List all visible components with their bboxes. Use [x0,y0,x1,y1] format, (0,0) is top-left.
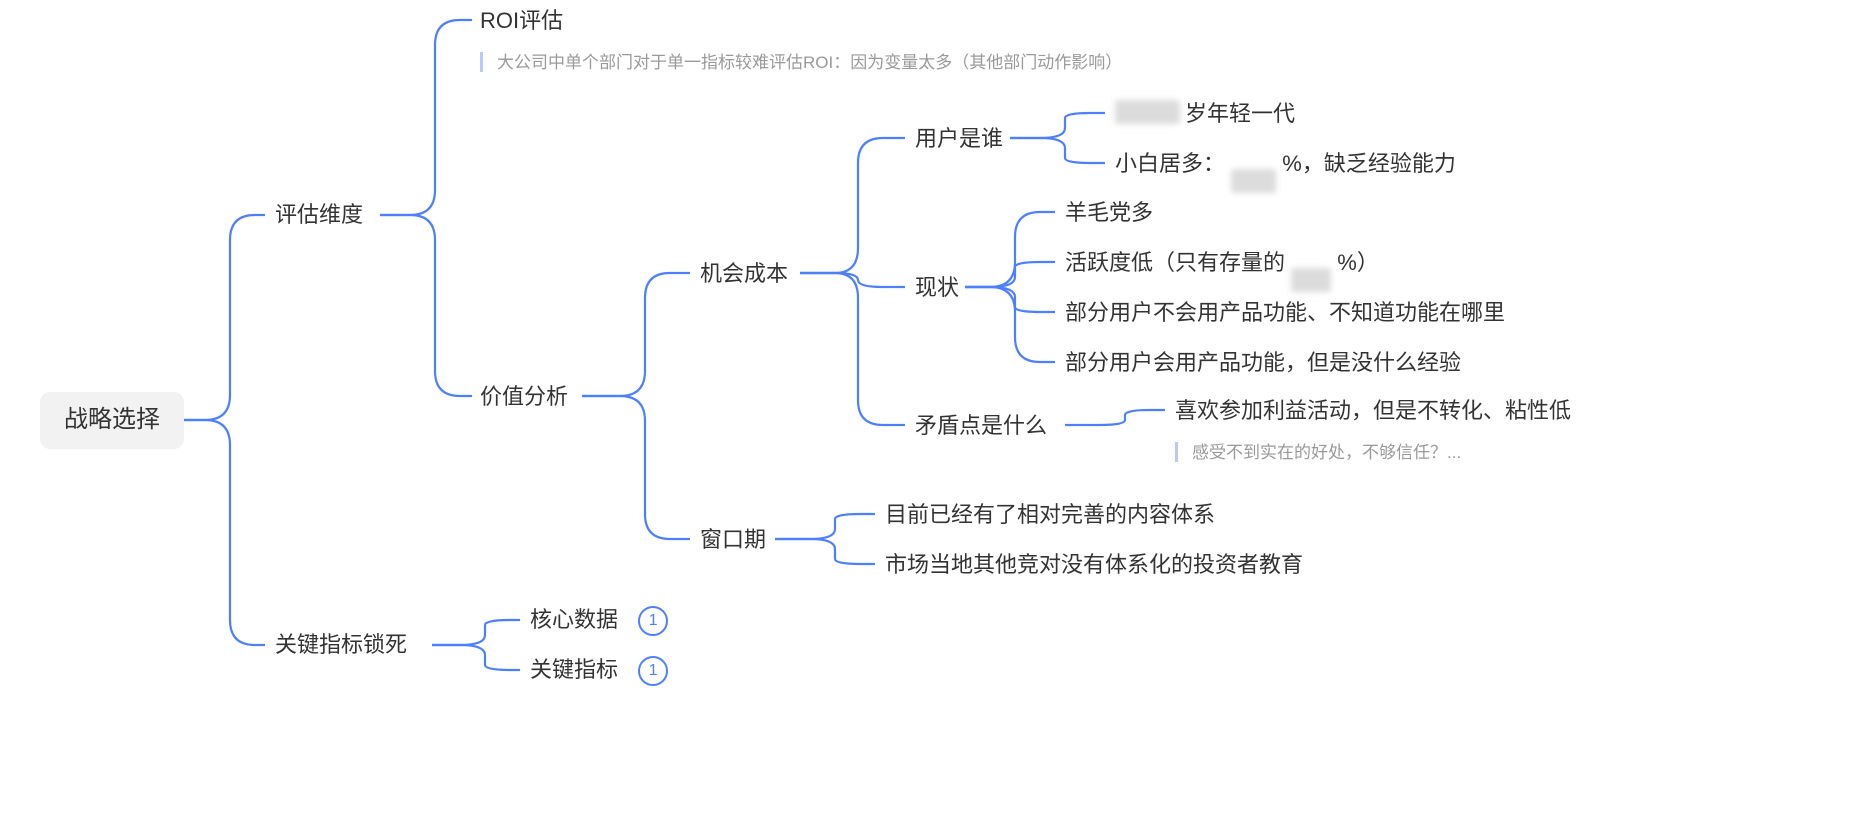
node-who-user[interactable]: 用户是谁 [915,126,1003,152]
node-low-activity[interactable]: 活跃度低（只有存量的 %） [1065,250,1379,276]
node-roi[interactable]: ROI评估 [480,8,563,34]
node-window-period[interactable]: 窗口期 [700,527,766,553]
node-no-competitor-edu[interactable]: 市场当地其他竞对没有体系化的投资者教育 [885,552,1303,578]
note-roi-text: 大公司中单个部门对于单一指标较难评估ROI：因为变量太多（其他部门动作影响） [497,53,1122,72]
node-novice[interactable]: 小白居多： %，缺乏经验能力 [1115,151,1456,177]
novice-suffix: %，缺乏经验能力 [1282,151,1456,176]
node-unfamiliar[interactable]: 部分用户不会用产品功能、不知道功能在哪里 [1065,300,1505,326]
node-eval-dimension[interactable]: 评估维度 [275,202,363,228]
note-contradiction: 感受不到实在的好处，不够信任？... [1175,438,1461,463]
low-activity-suffix: %） [1337,250,1379,275]
node-inexperienced[interactable]: 部分用户会用产品功能，但是没什么经验 [1065,350,1461,376]
core-data-label: 核心数据 [530,607,618,632]
node-likes-benefit[interactable]: 喜欢参加利益活动，但是不转化、粘性低 [1175,398,1571,424]
note-contradiction-text: 感受不到实在的好处，不够信任？... [1192,443,1461,462]
redacted-age [1115,100,1180,124]
node-content-system[interactable]: 目前已经有了相对完善的内容体系 [885,502,1215,528]
node-key-indicator[interactable]: 关键指标 1 [530,656,668,686]
key-indicator-label: 关键指标 [530,657,618,682]
node-opportunity-cost[interactable]: 机会成本 [700,261,788,287]
badge-key-indicator[interactable]: 1 [638,656,668,686]
novice-prefix: 小白居多： [1115,151,1225,176]
node-core-data[interactable]: 核心数据 1 [530,606,668,636]
root-node[interactable]: 战略选择 [40,392,184,449]
note-roi: 大公司中单个部门对于单一指标较难评估ROI：因为变量太多（其他部门动作影响） [480,48,1122,73]
badge-core-data[interactable]: 1 [638,606,668,636]
low-activity-prefix: 活跃度低（只有存量的 [1065,250,1285,275]
node-value-analysis[interactable]: 价值分析 [480,384,568,410]
node-freeloaders[interactable]: 羊毛党多 [1065,200,1153,226]
node-contradiction[interactable]: 矛盾点是什么 [915,413,1047,439]
mindmap-connectors [0,0,1876,820]
node-status[interactable]: 现状 [915,275,959,301]
node-young-gen[interactable]: 岁年轻一代 [1185,101,1295,127]
node-key-lock[interactable]: 关键指标锁死 [275,632,407,658]
